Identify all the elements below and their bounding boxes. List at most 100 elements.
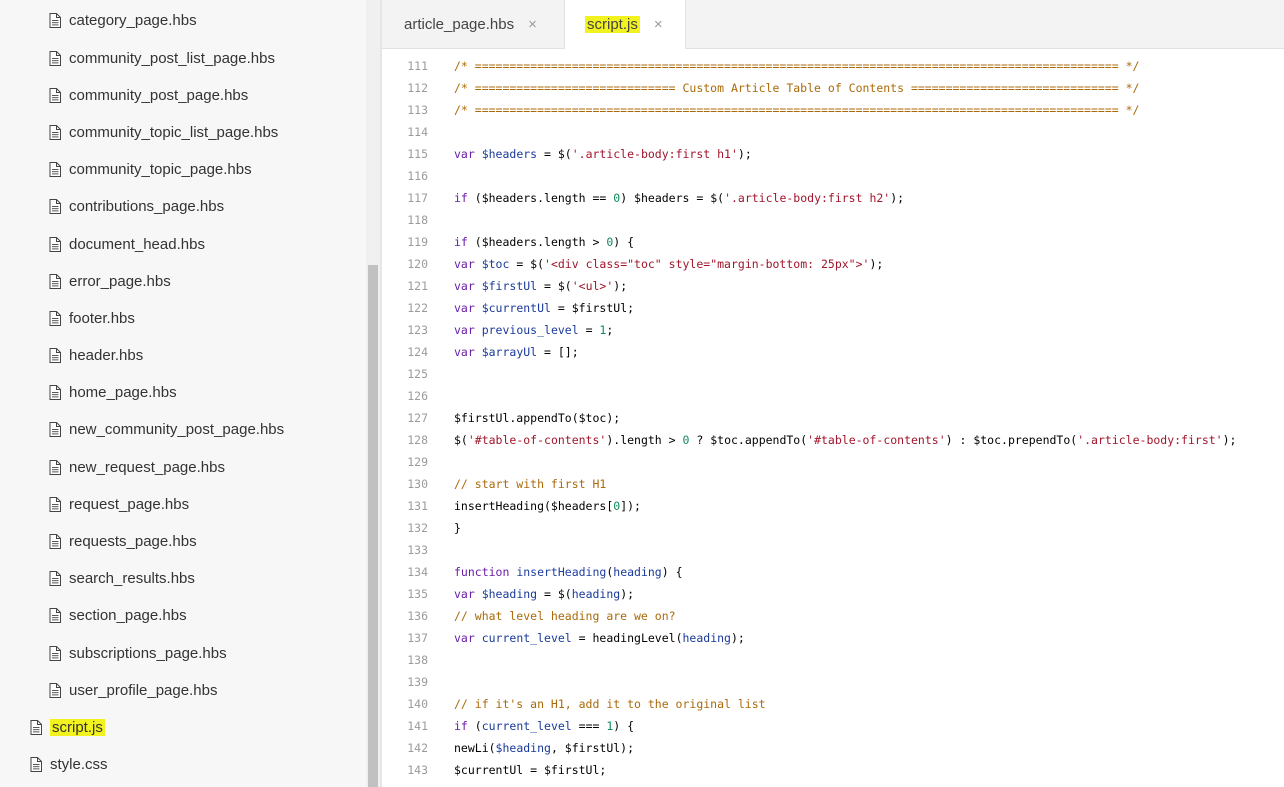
code-text: } [454, 517, 461, 539]
close-icon[interactable]: × [654, 16, 663, 33]
code-token: // if it's an H1, add it to the original… [454, 697, 766, 711]
line-number: 113 [407, 103, 428, 117]
file-item[interactable]: footer.hbs [49, 307, 135, 329]
file-item[interactable]: requests_page.hbs [49, 530, 197, 552]
line-number: 135 [407, 587, 428, 601]
code-text: // start with first H1 [454, 473, 606, 495]
sidebar-scrollbar-thumb[interactable] [368, 265, 378, 787]
file-item[interactable]: subscriptions_page.hbs [49, 642, 227, 664]
code-token: = $( [537, 587, 572, 601]
file-item[interactable]: community_post_page.hbs [49, 84, 248, 106]
file-icon [49, 273, 61, 289]
file-icon [49, 124, 61, 140]
tab-article-page[interactable]: article_page.hbs × [382, 0, 564, 48]
line-number: 140 [407, 697, 428, 711]
file-label: request_page.hbs [69, 495, 190, 513]
file-label: script.js [50, 718, 105, 736]
code-token: ).length > [606, 433, 683, 447]
code-token: $heading [495, 741, 551, 755]
file-item[interactable]: community_topic_list_page.hbs [49, 121, 278, 143]
line-number: 122 [407, 301, 428, 315]
code-token: ); [737, 147, 752, 161]
line-number: 138 [407, 653, 428, 667]
code-token: current_level [481, 719, 572, 733]
file-item[interactable]: style.css [30, 753, 108, 775]
code-token: ); [620, 587, 635, 601]
file-icon [49, 682, 61, 698]
line-number: 133 [407, 543, 428, 557]
code-token: var [454, 257, 482, 271]
code-token: '.article-body:first h1' [571, 147, 738, 161]
code-token: ]); [620, 499, 641, 513]
file-item[interactable]: community_post_list_page.hbs [49, 47, 275, 69]
code-token: var [454, 345, 482, 359]
file-item[interactable]: error_page.hbs [49, 270, 171, 292]
line-number: 123 [407, 323, 428, 337]
code-text: var $arrayUl = []; [454, 341, 579, 363]
code-text: insertHeading($headers[0]); [454, 495, 641, 517]
code-token: '#table-of-contents' [467, 433, 607, 447]
file-item[interactable]: category_page.hbs [49, 9, 197, 31]
line-number: 115 [407, 147, 428, 161]
code-text: var $currentUl = $firstUl; [454, 297, 634, 319]
code-token: ) { [613, 719, 635, 733]
file-label: requests_page.hbs [69, 532, 197, 550]
file-item[interactable]: request_page.hbs [49, 493, 189, 515]
code-text: var $toc = $('<div class="toc" style="ma… [454, 253, 883, 275]
code-token: previous_level [481, 323, 579, 337]
line-number: 119 [407, 235, 428, 249]
file-item[interactable]: community_topic_page.hbs [49, 158, 252, 180]
file-label: community_post_list_page.hbs [69, 49, 275, 67]
code-token: ) { [613, 235, 635, 249]
file-icon [49, 645, 61, 661]
close-icon[interactable]: × [528, 16, 537, 33]
code-token: = $firstUl; [550, 301, 635, 315]
file-item[interactable]: script.js [30, 716, 105, 738]
line-number: 142 [407, 741, 428, 755]
code-token: // what level heading are we on? [454, 609, 676, 623]
code-text: // what level heading are we on? [454, 605, 676, 627]
code-token: var [454, 587, 482, 601]
code-token: ); [890, 191, 905, 205]
file-item[interactable]: contributions_page.hbs [49, 195, 224, 217]
file-icon [49, 459, 61, 475]
code-token: heading [613, 565, 662, 579]
code-token: = $( [509, 257, 545, 271]
file-icon [49, 236, 61, 252]
file-label: search_results.hbs [69, 569, 195, 587]
tab-script-js[interactable]: script.js × [564, 0, 686, 49]
code-text: var current_level = headingLevel(heading… [454, 627, 745, 649]
code-token: /* ============================= Custom … [454, 81, 1140, 95]
file-item[interactable]: section_page.hbs [49, 604, 187, 626]
file-item[interactable]: home_page.hbs [49, 381, 177, 403]
code-text: // if it's an H1, add it to the original… [454, 693, 766, 715]
code-token: $firstUl [481, 279, 538, 293]
code-token: , $firstUl); [550, 741, 635, 755]
file-item[interactable]: document_head.hbs [49, 233, 205, 255]
code-token: heading [682, 631, 731, 645]
line-number: 130 [407, 477, 428, 491]
code-text: var $headers = $('.article-body:first h1… [454, 143, 752, 165]
line-number: 128 [407, 433, 428, 447]
file-item[interactable]: search_results.hbs [49, 567, 195, 589]
code-token: $headers [481, 147, 538, 161]
code-token: if [454, 719, 468, 733]
line-number: 121 [407, 279, 428, 293]
file-item[interactable]: new_community_post_page.hbs [49, 418, 284, 440]
file-item[interactable]: new_request_page.hbs [49, 456, 225, 478]
code-token: '<ul>' [571, 279, 614, 293]
file-item[interactable]: user_profile_page.hbs [49, 679, 217, 701]
file-label: community_topic_list_page.hbs [69, 123, 279, 141]
file-label: new_community_post_page.hbs [69, 420, 285, 438]
file-icon [49, 347, 61, 363]
file-label: community_post_page.hbs [69, 86, 249, 104]
code-text: var $firstUl = $('<ul>'); [454, 275, 627, 297]
code-token: var [454, 323, 482, 337]
file-icon [49, 310, 61, 326]
code-editor[interactable]: 111 /* ==================================… [382, 49, 1284, 787]
code-text: var $heading = $(heading); [454, 583, 634, 605]
code-token: '#table-of-contents' [807, 433, 946, 447]
code-text: $firstUl.appendTo($toc); [454, 407, 620, 429]
file-item[interactable]: header.hbs [49, 344, 143, 366]
code-token: $currentUl [481, 301, 551, 315]
